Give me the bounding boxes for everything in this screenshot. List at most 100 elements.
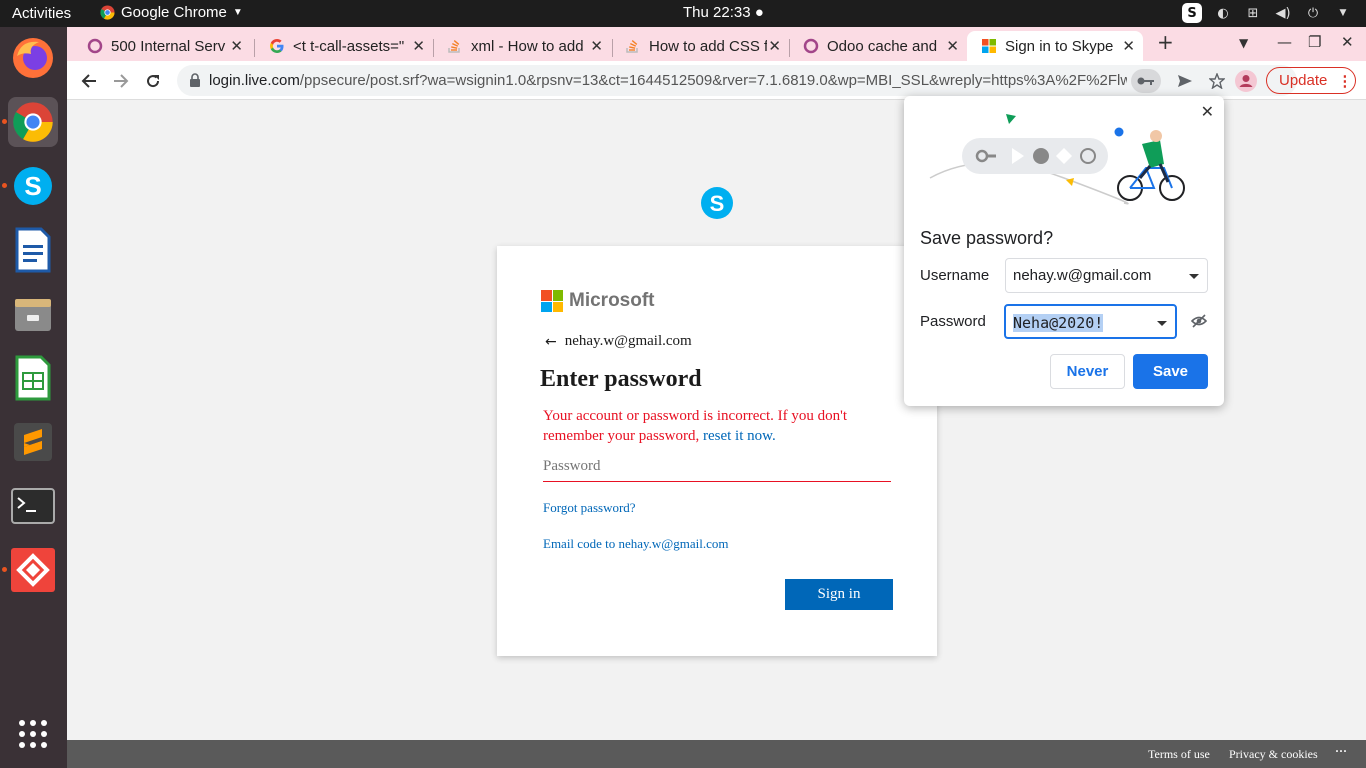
file-cabinet-icon [15, 299, 51, 331]
page-title: Enter password [540, 366, 702, 392]
profile-button[interactable] [1234, 69, 1258, 93]
password-value: Neha@2020! [1013, 314, 1104, 332]
files-launcher[interactable] [8, 289, 58, 339]
username-select[interactable]: nehay.w@gmail.com [1005, 258, 1208, 293]
terminal-launcher[interactable] [8, 481, 58, 531]
terms-link[interactable]: Terms of use [1148, 747, 1210, 762]
back-arrow-icon [81, 74, 96, 88]
volume-icon[interactable]: ◀) [1274, 4, 1292, 22]
update-button[interactable]: Update ⋮ [1266, 67, 1356, 94]
address-bar[interactable]: login.live.com/ppsecure/post.srf?wa=wsig… [177, 65, 1297, 96]
back-button[interactable] [77, 69, 101, 93]
send-icon [1178, 75, 1192, 87]
tab-title: xml - How to add [471, 37, 584, 55]
minimize-button[interactable]: — [1277, 33, 1292, 51]
password-illustration [929, 114, 1185, 205]
star-icon [1209, 73, 1225, 89]
tab-search-chevron-icon[interactable]: ▼ [1239, 36, 1248, 50]
avatar-icon [1235, 70, 1257, 92]
firefox-launcher[interactable] [8, 33, 58, 83]
chrome-launcher[interactable] [2, 97, 58, 147]
stackoverflow-icon [626, 40, 638, 53]
reset-password-link[interactable]: reset it now. [703, 428, 776, 444]
anydesk-launcher[interactable] [2, 545, 58, 595]
identity-banner[interactable]: ← nehay.w@gmail.com [545, 333, 692, 350]
error-text: Your account or password is incorrect. I… [543, 408, 848, 444]
forward-button[interactable] [109, 69, 133, 93]
password-input[interactable] [543, 452, 891, 482]
tab-xml-how-to[interactable]: xml - How to add ✕ [433, 31, 611, 61]
sublime-launcher[interactable] [8, 417, 58, 467]
password-select[interactable]: Neha@2020! [1004, 304, 1177, 339]
browser-toolbar: login.live.com/ppsecure/post.srf?wa=wsig… [67, 61, 1366, 100]
activities-button[interactable]: Activities [12, 5, 71, 22]
night-light-icon[interactable]: ◐ [1214, 4, 1232, 22]
save-button[interactable]: Save [1133, 354, 1208, 389]
chevron-down-icon[interactable]: ▼ [1334, 4, 1352, 22]
close-icon[interactable]: ✕ [590, 37, 603, 55]
maximize-button[interactable]: ❐ [1308, 33, 1321, 51]
running-indicator [2, 183, 7, 188]
close-icon[interactable]: ✕ [946, 37, 959, 55]
url-text[interactable]: login.live.com/ppsecure/post.srf?wa=wsig… [209, 72, 1127, 89]
app-grid-icon [19, 720, 47, 748]
microsoft-logo: Microsoft [541, 290, 655, 312]
dialog-title: Save password? [920, 228, 1054, 248]
close-icon[interactable]: ✕ [1122, 37, 1135, 55]
skype-icon: S [14, 167, 52, 205]
key-icon [1137, 77, 1154, 85]
send-tab-button[interactable] [1173, 69, 1197, 93]
new-tab-button[interactable]: + [1157, 30, 1174, 54]
eye-off-icon[interactable] [1191, 314, 1207, 328]
odoo-circle-icon [87, 38, 103, 54]
spreadsheet-icon [15, 355, 51, 401]
svg-text:S: S [710, 191, 725, 216]
close-icon[interactable]: ✕ [1201, 102, 1214, 122]
lock-icon[interactable] [189, 73, 201, 87]
update-label: Update [1279, 72, 1328, 89]
show-apps-button[interactable] [8, 709, 58, 759]
back-arrow-icon[interactable]: ← [545, 334, 557, 350]
stackoverflow-icon [448, 40, 460, 53]
calc-launcher[interactable] [8, 353, 58, 403]
terminal-icon [11, 488, 55, 524]
close-icon[interactable]: ✕ [230, 37, 243, 55]
url-host: login.live.com [209, 72, 300, 89]
close-window-button[interactable]: ✕ [1341, 33, 1354, 51]
url-path: /ppsecure/post.srf?wa=wsignin1.0&rpsnv=1… [299, 72, 1127, 89]
kebab-menu-icon: ⋮ [1337, 72, 1353, 90]
caret-down-icon [1157, 321, 1167, 326]
tab-odoo-cache[interactable]: Odoo cache and ✕ [789, 31, 967, 61]
writer-launcher[interactable] [8, 225, 58, 275]
running-indicator [2, 567, 7, 572]
password-label: Password [920, 313, 986, 330]
bookmark-star-button[interactable] [1205, 69, 1229, 93]
privacy-link[interactable]: Privacy & cookies [1229, 747, 1318, 762]
network-icon[interactable]: ⊞ [1244, 4, 1262, 22]
save-password-dialog: ✕ Save password? Username nehay.w@gmail.… [904, 96, 1224, 406]
tab-t-call-assets[interactable]: <t t-call-assets=" ✕ [255, 31, 433, 61]
close-icon[interactable]: ✕ [768, 37, 781, 55]
forward-arrow-icon [114, 74, 129, 88]
more-options-icon[interactable]: ··· [1335, 744, 1347, 759]
clock[interactable]: Thu 22:33 ● [683, 4, 764, 21]
skype-tray-icon[interactable]: S [1182, 3, 1202, 23]
app-menu[interactable]: Google Chrome ▼ [100, 4, 243, 21]
username-value: nehay.w@gmail.com [1013, 267, 1152, 284]
skype-launcher[interactable]: S [2, 161, 58, 211]
forgot-password-link[interactable]: Forgot password? [543, 500, 636, 516]
power-icon[interactable]: ⏻ [1304, 4, 1322, 22]
sign-in-button[interactable]: Sign in [785, 579, 893, 610]
skype-logo-icon: S [701, 187, 733, 219]
tab-500-internal[interactable]: 500 Internal Serv ✕ [73, 31, 251, 61]
tab-sign-in-skype[interactable]: Sign in to Skype ✕ [967, 31, 1143, 61]
tab-title: Odoo cache and [827, 37, 938, 55]
email-code-link[interactable]: Email code to nehay.w@gmail.com [543, 536, 729, 552]
password-key-button[interactable] [1131, 69, 1161, 93]
chrome-icon [100, 5, 115, 20]
close-icon[interactable]: ✕ [412, 37, 425, 55]
tab-how-to-add-css[interactable]: How to add CSS f ✕ [611, 31, 789, 61]
never-button[interactable]: Never [1050, 354, 1125, 389]
system-tray[interactable]: S ◐ ⊞ ◀) ⏻ ▼ [1182, 3, 1352, 23]
reload-button[interactable] [141, 69, 165, 93]
